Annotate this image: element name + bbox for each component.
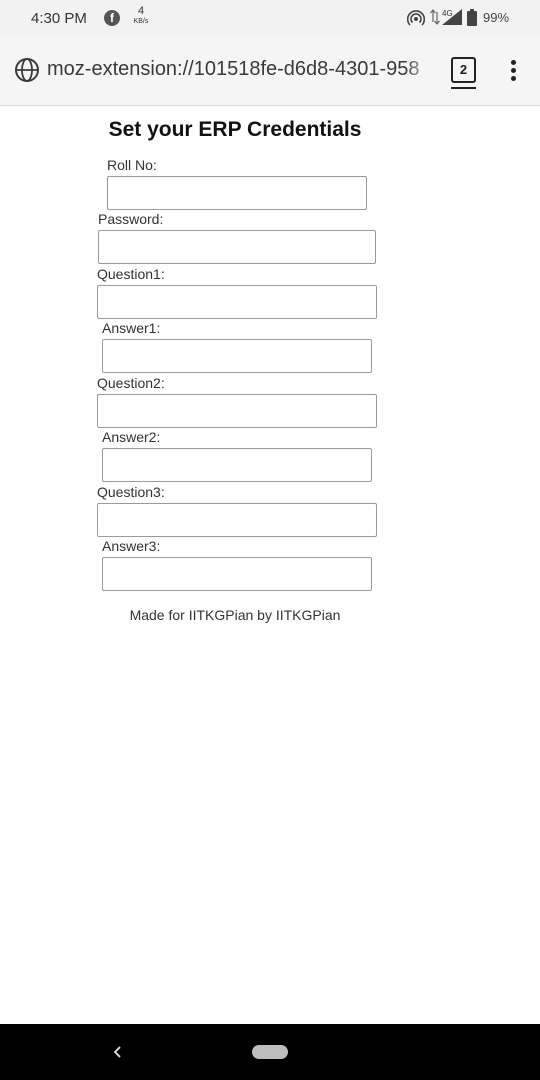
battery-icon	[467, 9, 477, 26]
status-bar: 4:30 PM f 4 KB/s 4G 99%	[0, 0, 540, 36]
question2-input[interactable]	[97, 394, 377, 428]
page-title: Set your ERP Credentials	[108, 118, 362, 141]
password-label: Password:	[98, 211, 164, 227]
home-button[interactable]	[252, 1045, 288, 1059]
url-fade	[405, 54, 437, 88]
answer2-input[interactable]	[102, 448, 372, 482]
back-icon[interactable]	[110, 1041, 126, 1063]
password-input[interactable]	[98, 230, 376, 264]
question1-label: Question1:	[97, 266, 165, 282]
globe-icon	[15, 58, 39, 82]
tabs-button[interactable]: 2	[451, 57, 476, 83]
roll-no-label: Roll No:	[107, 157, 157, 173]
battery-percentage: 99%	[483, 10, 510, 25]
answer3-input[interactable]	[102, 557, 372, 591]
answer1-label: Answer1:	[102, 320, 161, 336]
hotspot-icon	[407, 10, 425, 26]
network-type-label: 4G	[442, 9, 453, 18]
browser-toolbar: moz-extension://101518fe-d6d8-4301-958 2	[0, 36, 540, 106]
question1-input[interactable]	[97, 285, 377, 319]
answer1-input[interactable]	[102, 339, 372, 373]
url-field[interactable]: moz-extension://101518fe-d6d8-4301-958	[47, 58, 435, 86]
answer2-label: Answer2:	[102, 429, 161, 445]
network-speed-unit: KB/s	[133, 18, 149, 25]
question3-input[interactable]	[97, 503, 377, 537]
roll-no-input[interactable]	[107, 176, 367, 210]
facebook-icon: f	[104, 10, 120, 26]
footer-credit: Made for IITKGPian by IITKGPian	[129, 607, 341, 623]
status-time: 4:30 PM	[31, 10, 87, 27]
question3-label: Question3:	[97, 484, 165, 500]
network-speed-value: 4	[137, 5, 145, 17]
network-speed: 4 KB/s	[129, 5, 153, 26]
more-vertical-icon[interactable]	[503, 58, 523, 84]
tabs-underline	[451, 87, 476, 89]
answer3-label: Answer3:	[102, 538, 161, 554]
question2-label: Question2:	[97, 375, 165, 391]
signal-icon: 4G	[430, 9, 462, 25]
